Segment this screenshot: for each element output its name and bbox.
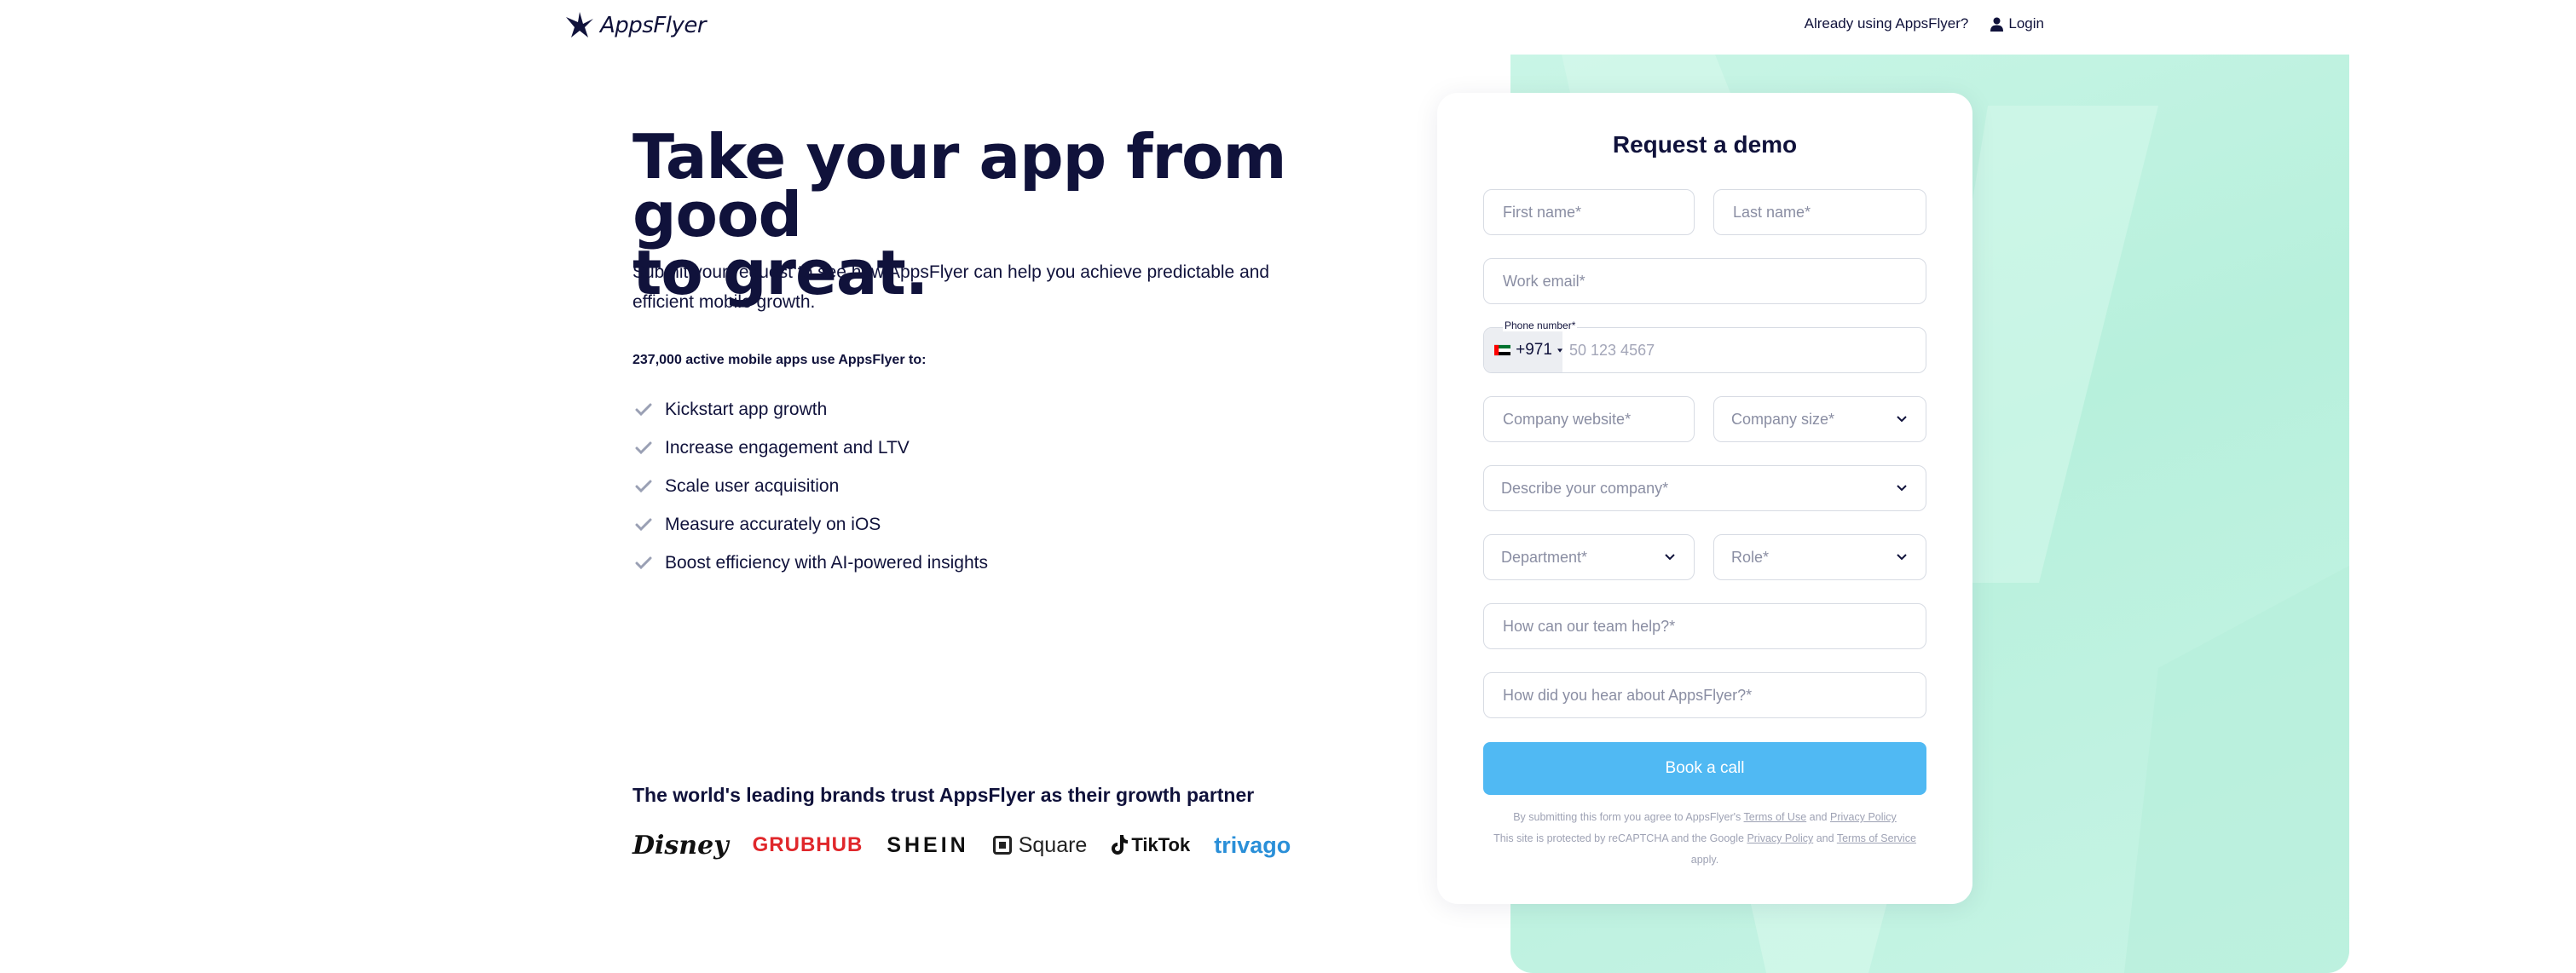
benefit-item: Measure accurately on iOS: [632, 505, 988, 544]
shein-logo: SHEIN: [887, 832, 969, 857]
company-size-placeholder: Company size*: [1731, 410, 1835, 428]
appsflyer-logo-icon: [566, 12, 593, 37]
tiktok-note-icon: [1112, 835, 1129, 855]
team-help-placeholder: How can our team help?*: [1503, 617, 1676, 635]
hear-about-placeholder: How did you hear about AppsFlyer?*: [1503, 686, 1753, 704]
first-name-placeholder: First name*: [1503, 203, 1582, 221]
department-select[interactable]: Department*: [1483, 534, 1695, 580]
square-logo-icon: [992, 836, 1012, 855]
phone-number-field[interactable]: Phone number* +971 50 123 4567: [1483, 320, 1926, 373]
chevron-down-icon: [1897, 416, 1907, 423]
legal-and: and: [1809, 811, 1828, 823]
hero-subtitle: Submit your request to see how AppsFlyer…: [632, 262, 1270, 312]
uae-flag-icon: [1494, 344, 1511, 356]
company-website-placeholder: Company website*: [1503, 410, 1632, 428]
check-icon: [632, 554, 655, 573]
phone-label: Phone number*: [1503, 320, 1578, 331]
role-select[interactable]: Role*: [1713, 534, 1926, 580]
work-email-field[interactable]: Work email*: [1483, 258, 1926, 304]
google-terms-of-service-link[interactable]: Terms of Service: [1837, 832, 1916, 844]
login-label: Login: [2008, 15, 2044, 32]
benefit-item: Kickstart app growth: [632, 390, 988, 429]
trivago-logo: trivago: [1214, 832, 1291, 858]
check-icon: [632, 477, 655, 496]
department-placeholder: Department*: [1501, 548, 1588, 566]
check-icon: [632, 400, 655, 419]
phone-placeholder: 50 123 4567: [1569, 341, 1655, 359]
country-code-selector[interactable]: +971: [1484, 328, 1562, 372]
form-title: Request a demo: [1612, 131, 1798, 158]
role-placeholder: Role*: [1731, 548, 1770, 566]
describe-company-select[interactable]: Describe your company*: [1483, 465, 1926, 511]
book-a-call-button[interactable]: Book a call: [1483, 742, 1926, 795]
hear-about-field[interactable]: How did you hear about AppsFlyer?*: [1483, 672, 1926, 718]
brand-logos: Disney GRUBHUB SHEIN Square TikTok triva…: [632, 828, 1291, 862]
google-privacy-policy-link[interactable]: Privacy Policy: [1747, 832, 1813, 844]
company-website-field[interactable]: Company website*: [1483, 396, 1695, 442]
chevron-down-icon: [1665, 554, 1675, 561]
demo-form-card: Request a demo First name* Last name* Wo…: [1437, 93, 1972, 904]
benefit-label: Boost efficiency with AI-powered insight…: [665, 552, 988, 573]
recaptcha-and: and: [1816, 832, 1834, 844]
describe-company-placeholder: Describe your company*: [1501, 479, 1669, 497]
tiktok-logo: TikTok: [1111, 834, 1190, 856]
check-icon: [632, 515, 655, 534]
logo-text: AppsFlyer: [600, 13, 707, 38]
work-email-placeholder: Work email*: [1503, 272, 1585, 290]
benefit-item: Scale user acquisition: [632, 467, 988, 505]
benefit-label: Kickstart app growth: [665, 399, 828, 419]
last-name-field[interactable]: Last name*: [1713, 189, 1926, 235]
first-name-field[interactable]: First name*: [1483, 189, 1695, 235]
country-code: +971: [1516, 341, 1552, 359]
grubhub-logo: GRUBHUB: [752, 833, 863, 856]
recaptcha-apply: apply.: [1690, 854, 1719, 866]
check-icon: [632, 439, 655, 458]
square-logo-text: Square: [1018, 832, 1088, 857]
benefit-item: Increase engagement and LTV: [632, 429, 988, 467]
legal-terms-text: By submitting this form you agree to App…: [1463, 807, 1947, 828]
benefit-label: Scale user acquisition: [665, 475, 840, 496]
brands-title: The world's leading brands trust AppsFly…: [632, 784, 1255, 806]
hero-title-line1: Take your app from good: [632, 121, 1287, 250]
benefits-list: Kickstart app growth Increase engagement…: [632, 390, 988, 582]
team-help-field[interactable]: How can our team help?*: [1483, 603, 1926, 649]
terms-of-use-link[interactable]: Terms of Use: [1744, 811, 1807, 823]
user-icon: [1990, 17, 2004, 32]
privacy-policy-link[interactable]: Privacy Policy: [1830, 811, 1897, 823]
chevron-down-icon: [1897, 554, 1907, 561]
company-size-select[interactable]: Company size*: [1713, 396, 1926, 442]
top-nav: Already using AppsFlyer? Login: [1805, 15, 2044, 32]
benefit-item: Boost efficiency with AI-powered insight…: [632, 544, 988, 582]
chevron-down-icon: [1897, 485, 1907, 492]
already-using-link[interactable]: Already using AppsFlyer?: [1805, 15, 1969, 32]
legal-terms-prefix: By submitting this form you agree to App…: [1513, 811, 1741, 823]
appsflyer-logo[interactable]: AppsFlyer: [563, 7, 707, 44]
stat-line: 237,000 active mobile apps use AppsFlyer…: [632, 353, 927, 367]
benefit-label: Measure accurately on iOS: [665, 514, 881, 534]
login-link[interactable]: Login: [1990, 15, 2044, 32]
benefit-label: Increase engagement and LTV: [665, 437, 910, 458]
recaptcha-prefix: This site is protected by reCAPTCHA and …: [1493, 832, 1744, 844]
tiktok-logo-text: TikTok: [1131, 834, 1191, 855]
last-name-placeholder: Last name*: [1733, 203, 1811, 221]
recaptcha-text: This site is protected by reCAPTCHA and …: [1463, 828, 1947, 871]
disney-logo: Disney: [632, 830, 729, 861]
square-logo: Square: [992, 832, 1088, 858]
